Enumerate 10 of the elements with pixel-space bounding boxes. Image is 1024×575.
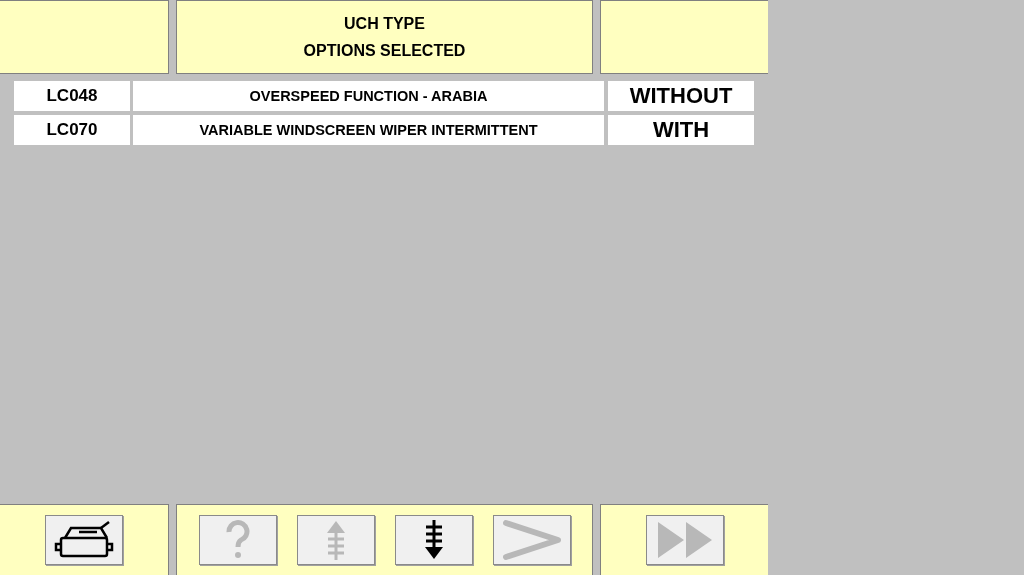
option-description: VARIABLE WINDSCREEN WIPER INTERMITTENT [133, 115, 604, 145]
option-status: WITHOUT [608, 81, 754, 111]
print-button[interactable] [45, 515, 123, 565]
option-description: OVERSPEED FUNCTION - ARABIA [133, 81, 604, 111]
header-title: OPTIONS SELECTED [303, 41, 466, 60]
header-title: UCH TYPE [344, 14, 425, 33]
option-code: LC070 [14, 115, 130, 145]
scroll-down-button[interactable] [394, 515, 473, 565]
option-code: LC048 [14, 81, 130, 111]
option-status: WITH [608, 115, 754, 145]
